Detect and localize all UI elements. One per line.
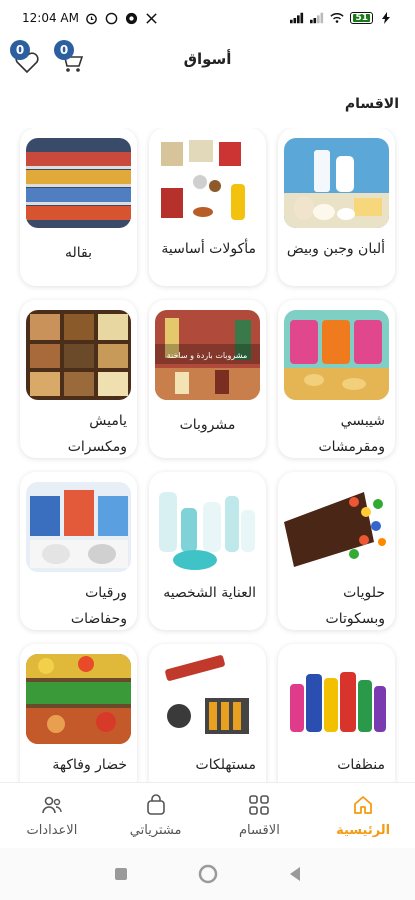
signal-icon (290, 11, 304, 25)
wifi-icon (330, 11, 345, 25)
category-label: شيبسي ومقرمشات (318, 413, 386, 455)
category-image (155, 654, 260, 744)
category-dairy[interactable]: ألبان وجبن وبيض (278, 128, 395, 286)
svg-text:مشروبات باردة و ساخنة: مشروبات باردة و ساخنة (167, 351, 247, 360)
category-cleaners[interactable]: منظفات ومطهرات (278, 644, 395, 782)
page-title: أسواق (183, 50, 232, 68)
category-grocery[interactable]: بقاله (20, 128, 137, 286)
home-icon (354, 796, 373, 814)
back-icon[interactable] (288, 866, 302, 882)
category-label: مستهلكات وبطاريات (195, 757, 256, 773)
category-consumables[interactable]: مستهلكات وبطاريات (149, 644, 266, 782)
category-image (155, 138, 260, 228)
category-label: بقاله (64, 245, 92, 261)
nav-settings[interactable]: الاعدادات (0, 783, 104, 848)
nav-home-label: الرئيسية (336, 823, 391, 838)
chrome-icon (125, 11, 139, 25)
category-label: خضار وفاكهة (52, 757, 127, 773)
category-image (26, 138, 131, 228)
category-label: مشروبات (179, 417, 236, 433)
nav-purchases-label: مشترياتي (129, 823, 182, 838)
alarm-icon (85, 11, 99, 25)
category-chips[interactable]: شيبسي ومقرمشات (278, 300, 395, 458)
category-image (26, 310, 131, 400)
category-label: ورقيات وحفاضات (70, 585, 127, 627)
category-label: العناية الشخصيه (163, 585, 256, 601)
nav-settings-label: الاعدادات (26, 823, 78, 838)
category-staples[interactable]: مأكولات أساسية (149, 128, 266, 286)
charging-icon (379, 11, 393, 25)
users-icon (42, 796, 62, 814)
category-image (26, 482, 131, 572)
category-image: مشروبات باردة و ساخنة (155, 310, 260, 400)
signal-2-icon (310, 11, 324, 25)
bag-icon (146, 794, 165, 815)
grid-icon (249, 795, 270, 815)
nav-purchases[interactable]: مشترياتي (104, 783, 208, 848)
category-label: ياميش ومكسرات (67, 413, 127, 455)
status-time: 12:04 AM (22, 11, 79, 25)
tools-icon (145, 11, 159, 25)
nav-categories-label: الاقسام (238, 823, 280, 838)
category-image (284, 654, 389, 744)
nav-home[interactable]: الرئيسية (311, 783, 415, 848)
system-navigation-bar (0, 848, 415, 900)
category-image (284, 138, 389, 228)
category-label: مأكولات أساسية (161, 241, 256, 257)
category-image (26, 654, 131, 744)
recents-icon[interactable] (114, 867, 128, 881)
nav-categories[interactable]: الاقسام (208, 783, 312, 848)
category-label: حلويات وبسكوتات (325, 585, 385, 627)
categories-grid: ألبان وجبن وبيض مأكولات أساسية بقاله شيب… (10, 128, 405, 782)
category-sweets[interactable]: حلويات وبسكوتات (278, 472, 395, 630)
battery-icon: 51 (350, 12, 373, 24)
home-button-icon[interactable] (198, 864, 218, 884)
category-nuts[interactable]: ياميش ومكسرات (20, 300, 137, 458)
category-vegetables[interactable]: خضار وفاكهة (20, 644, 137, 782)
category-image (155, 482, 260, 572)
category-drinks[interactable]: مشروبات باردة و ساخنة مشروبات (149, 300, 266, 458)
section-title: الاقسام (344, 96, 399, 112)
whatsapp-icon (105, 11, 119, 25)
category-label: ألبان وجبن وبيض (286, 241, 385, 257)
category-personal-care[interactable]: العناية الشخصيه (149, 472, 266, 630)
status-bar: 12:04 AM 51 (0, 0, 415, 36)
app-header: 0 0 أسواق (0, 38, 415, 86)
category-paper-diapers[interactable]: ورقيات وحفاضات (20, 472, 137, 630)
category-image (284, 482, 389, 572)
bottom-nav: الرئيسية الاقسام مشترياتي الاعدادات (0, 782, 415, 848)
category-label: منظفات ومطهرات (337, 757, 385, 773)
category-image (284, 310, 389, 400)
